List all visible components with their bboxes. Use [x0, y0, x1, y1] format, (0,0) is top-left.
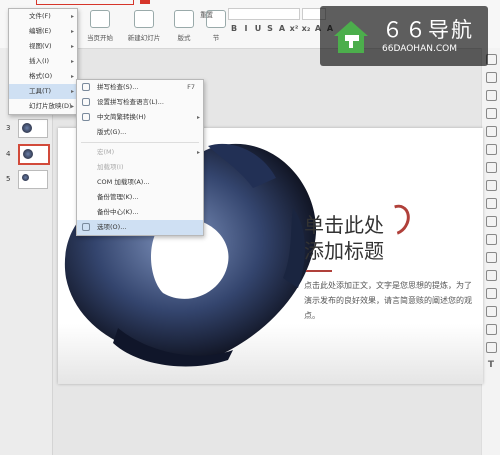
- spell-language-item[interactable]: 设置拼写检查语言(L)...: [77, 95, 203, 110]
- start-from-current-button[interactable]: 当页开始: [80, 10, 120, 44]
- tool-icon[interactable]: [485, 162, 497, 173]
- slide-number: 4: [6, 150, 11, 158]
- text-tool-icon[interactable]: T: [482, 360, 500, 370]
- slide-number: 3: [6, 124, 11, 132]
- slide-body-placeholder[interactable]: 点击此处添加正文，文字是您思想的提炼，为了演示发布的良好效果，请言简意赅的阐述您…: [304, 278, 474, 323]
- layout-icon: [174, 10, 194, 28]
- tool-icon[interactable]: [485, 252, 497, 263]
- menu-item-file[interactable]: 文件(F) ▸: [9, 9, 77, 24]
- play-icon: [90, 10, 110, 28]
- addins-item[interactable]: 加载项(I): [77, 160, 203, 175]
- site-watermark: ６６导航 66DAOHAN.COM: [320, 6, 488, 66]
- tool-icon[interactable]: [485, 324, 497, 335]
- home-logo-icon: [334, 21, 368, 53]
- main-menu-dropdown: 文件(F) ▸ 编辑(E) ▸ 视图(V) ▸ 插入(I) ▸ 格式(O) ▸ 工具(T)…: [8, 8, 78, 115]
- menu-item-edit[interactable]: 编辑(E) ▸: [9, 24, 77, 39]
- new-slide-icon: [134, 10, 154, 28]
- tool-icon[interactable]: [485, 72, 497, 83]
- backup-center-item[interactable]: 备份中心(K)...: [77, 205, 203, 220]
- tool-icon[interactable]: [485, 198, 497, 209]
- menu-item-tools[interactable]: 工具(T) ▸: [9, 84, 77, 99]
- subscript-button[interactable]: x₂: [300, 24, 312, 33]
- new-slide-button[interactable]: 新建幻灯片: [124, 10, 164, 44]
- macro-item[interactable]: 宏(M) ▸: [77, 145, 203, 160]
- menu-item-view[interactable]: 视图(V) ▸: [9, 39, 77, 54]
- title-underline: [306, 270, 332, 272]
- tool-icon[interactable]: [485, 216, 497, 227]
- active-tab-marker: [140, 0, 150, 4]
- tool-icon[interactable]: [485, 306, 497, 317]
- options-item[interactable]: 选项(O)...: [77, 220, 203, 235]
- language-icon: [82, 98, 90, 106]
- slide-thumbnail-3[interactable]: [18, 119, 48, 138]
- tool-icon[interactable]: [485, 144, 497, 155]
- tool-icon[interactable]: [485, 108, 497, 119]
- strike-button[interactable]: S: [264, 24, 276, 33]
- tools-submenu: 拼写检查(S)... F7 设置拼写检查语言(L)... 中文简繁转换(H) ▸ 版…: [76, 79, 204, 236]
- tool-icon[interactable]: [485, 126, 497, 137]
- bold-button[interactable]: B: [228, 24, 240, 33]
- slide-thumbnail-4[interactable]: [18, 144, 50, 165]
- slide-thumbnail-5[interactable]: [18, 170, 48, 189]
- superscript-button[interactable]: x²: [288, 24, 300, 33]
- spell-check-icon: [82, 83, 90, 91]
- tool-icon[interactable]: [485, 234, 497, 245]
- backup-manage-item[interactable]: 备份管理(K)...: [77, 190, 203, 205]
- tool-icon[interactable]: [485, 90, 497, 101]
- shadow-button[interactable]: A: [276, 24, 288, 33]
- tool-icon[interactable]: [485, 342, 497, 353]
- com-addins-item[interactable]: COM 加载项(A)...: [77, 175, 203, 190]
- menu-highlight-frame: [36, 0, 134, 5]
- tool-icon[interactable]: [485, 270, 497, 281]
- right-side-toolbar: T: [481, 48, 500, 455]
- reset-button[interactable]: 重置: [200, 9, 213, 19]
- chinese-convert-item[interactable]: 中文简繁转换(H) ▸: [77, 110, 203, 125]
- convert-icon: [82, 113, 90, 121]
- font-name-select[interactable]: [228, 8, 300, 20]
- italic-button[interactable]: I: [240, 24, 252, 33]
- menu-item-format[interactable]: 格式(O) ▸: [9, 69, 77, 84]
- tool-icon[interactable]: [485, 180, 497, 191]
- spell-check-item[interactable]: 拼写检查(S)... F7: [77, 80, 203, 95]
- menu-item-slideshow[interactable]: 幻灯片放映(D) ▸: [9, 99, 77, 114]
- options-icon: [82, 223, 90, 231]
- layout-item[interactable]: 版式(G)...: [77, 125, 203, 140]
- menu-item-insert[interactable]: 插入(I) ▸: [9, 54, 77, 69]
- slide-number: 5: [6, 175, 11, 183]
- underline-button[interactable]: U: [252, 24, 264, 33]
- slide-title-placeholder[interactable]: 单击此处 添加标题: [304, 212, 384, 264]
- tool-icon[interactable]: [485, 288, 497, 299]
